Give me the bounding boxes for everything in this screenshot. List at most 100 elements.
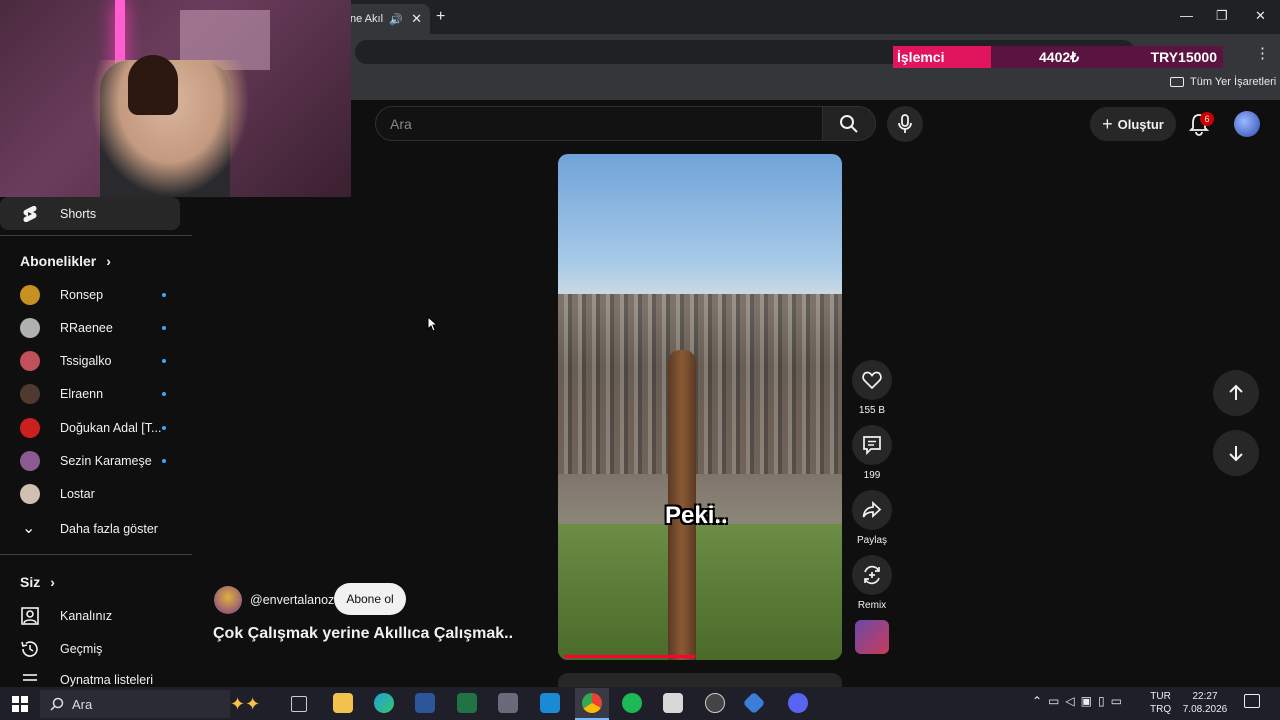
- channel-handle[interactable]: @envertalanoz: [250, 593, 334, 607]
- browser-menu-icon[interactable]: ⋮: [1255, 44, 1270, 62]
- cpu-ticker-widget: İşlemci 4402₺ TRY15000: [893, 46, 1223, 68]
- show-more-button[interactable]: ⌄ Daha fazla göster: [0, 512, 192, 545]
- notifications-center-icon[interactable]: [1244, 694, 1260, 708]
- maximize-icon[interactable]: ❐: [1216, 8, 1228, 24]
- excel-icon[interactable]: [457, 693, 477, 713]
- file-explorer-icon[interactable]: [333, 693, 353, 713]
- ticker-values: 4402₺ TRY15000: [991, 46, 1223, 68]
- remix-icon: [864, 565, 880, 585]
- new-content-dot: [162, 292, 166, 297]
- like-count: 155 B: [858, 405, 886, 416]
- edge-icon[interactable]: [374, 693, 394, 713]
- new-content-dot: [162, 359, 166, 364]
- discord-icon[interactable]: [788, 693, 808, 713]
- clock-date: 7.08.2026: [1182, 704, 1228, 715]
- speaker-icon[interactable]: 🔊: [389, 13, 403, 26]
- webcam-overlay: [0, 0, 351, 197]
- channel-avatar: [20, 417, 40, 438]
- task-view-icon[interactable]: [291, 696, 307, 712]
- sidebar-item-label: Oynatma listeleri: [60, 673, 154, 687]
- sidebar-subscription-item[interactable]: Lostar: [0, 478, 192, 511]
- input-language[interactable]: TUR TRQ: [1150, 690, 1171, 716]
- subscription-name: Elraenn: [60, 387, 104, 402]
- chevron-down-icon: ⌄: [22, 520, 36, 537]
- mouse-cursor-icon: [427, 316, 437, 332]
- system-tray-icons[interactable]: ⌃▭◁▣▯▭: [1032, 694, 1128, 708]
- short-video-player[interactable]: [558, 154, 842, 660]
- channel-avatar: [20, 317, 40, 338]
- sidebar-subscription-item[interactable]: Sezin Karameşe: [0, 445, 192, 478]
- video-caption: Peki..: [665, 502, 728, 529]
- next-short-button[interactable]: [1213, 430, 1259, 476]
- subscription-name: RRaenee: [60, 320, 113, 335]
- next-short-preview[interactable]: [558, 673, 842, 687]
- sidebar-subscription-item[interactable]: Ronsep: [0, 278, 192, 311]
- sidebar-item-your-channel[interactable]: Kanalınız: [0, 599, 192, 632]
- voice-search-button[interactable]: [887, 106, 923, 142]
- taskbar-clock[interactable]: 22:27 7.08.2026: [1180, 690, 1230, 716]
- taskbar-search-label: Ara: [72, 696, 93, 712]
- obs-icon[interactable]: [705, 693, 725, 713]
- search-button[interactable]: [822, 106, 876, 141]
- sidebar-subscription-item[interactable]: Tssigalko: [0, 345, 192, 378]
- share-button[interactable]: [852, 490, 892, 530]
- spotify-icon[interactable]: [622, 693, 642, 713]
- new-content-dot: [162, 459, 166, 463]
- all-bookmarks-label: Tüm Yer İşaretleri: [1190, 76, 1277, 88]
- comments-button[interactable]: [852, 425, 892, 465]
- sidebar-subscription-item[interactable]: RRaenee: [0, 311, 192, 344]
- subscriptions-heading[interactable]: Abonelikler ›: [20, 253, 111, 269]
- channel-avatar: [20, 284, 40, 305]
- new-content-dot: [162, 392, 166, 397]
- channel-icon: [21, 606, 39, 625]
- search-input[interactable]: Ara: [375, 106, 823, 141]
- account-avatar[interactable]: [1234, 111, 1260, 137]
- channel-avatar[interactable]: [214, 586, 242, 614]
- tab-title: ne Akıl: [350, 13, 384, 25]
- search-icon: [50, 697, 64, 711]
- like-button[interactable]: [852, 360, 892, 400]
- chrome-icon[interactable]: [582, 693, 602, 713]
- notification-count-badge: 6: [1200, 112, 1214, 126]
- video-title[interactable]: Çok Çalışmak yerine Akıllıca Çalışmak..: [213, 625, 513, 643]
- new-tab-icon[interactable]: +: [436, 8, 445, 26]
- folder-icon: [1170, 77, 1184, 87]
- lang-top: TUR: [1150, 691, 1171, 702]
- comment-icon: [863, 436, 881, 455]
- new-content-dot: [162, 325, 166, 330]
- browser-tab[interactable]: ne Akıl 🔊 ✕: [340, 4, 430, 34]
- search-icon: [840, 114, 858, 133]
- remix-button[interactable]: [852, 555, 892, 595]
- sidebar-subscription-item[interactable]: Doğukan Adal [T...: [0, 411, 192, 444]
- sidebar-item-history[interactable]: Geçmiş: [0, 632, 192, 665]
- close-tab-icon[interactable]: ✕: [411, 11, 422, 27]
- copilot-sparkle-icon[interactable]: ✦✦: [230, 694, 260, 715]
- store-icon[interactable]: [540, 693, 560, 713]
- word-icon[interactable]: [415, 693, 435, 713]
- windows-start-icon[interactable]: [12, 696, 28, 712]
- sidebar-item-playlists[interactable]: Oynatma listeleri: [0, 665, 192, 687]
- you-heading[interactable]: Siz ›: [20, 574, 55, 590]
- channel-avatar: [20, 384, 40, 405]
- channel-thumbnail[interactable]: [855, 620, 889, 654]
- sidebar-subscription-item[interactable]: Elraenn: [0, 378, 192, 411]
- taskbar-search-input[interactable]: Ara ✦✦: [40, 690, 260, 718]
- channel-avatar: [20, 451, 40, 471]
- create-button[interactable]: + Oluştur: [1090, 107, 1176, 141]
- app-icon[interactable]: [663, 693, 683, 713]
- previous-short-button[interactable]: [1213, 370, 1259, 416]
- subscriptions-title: Abonelikler: [20, 253, 97, 269]
- subscribe-button[interactable]: Abone ol: [334, 583, 406, 615]
- show-more-label: Daha fazla göster: [60, 521, 158, 536]
- sidebar-item-label: Shorts: [60, 206, 97, 221]
- history-icon: [21, 640, 38, 657]
- sidebar-item-shorts[interactable]: Shorts: [0, 197, 180, 230]
- video-progress-bar[interactable]: [564, 655, 695, 658]
- divider: [0, 554, 192, 555]
- close-window-icon[interactable]: ✕: [1255, 8, 1266, 24]
- arrow-up-icon: [1229, 384, 1243, 400]
- all-bookmarks-button[interactable]: Tüm Yer İşaretleri: [1170, 76, 1276, 88]
- calculator-icon[interactable]: [498, 693, 518, 713]
- minimize-icon[interactable]: —: [1180, 8, 1193, 23]
- create-label: Oluştur: [1117, 116, 1164, 132]
